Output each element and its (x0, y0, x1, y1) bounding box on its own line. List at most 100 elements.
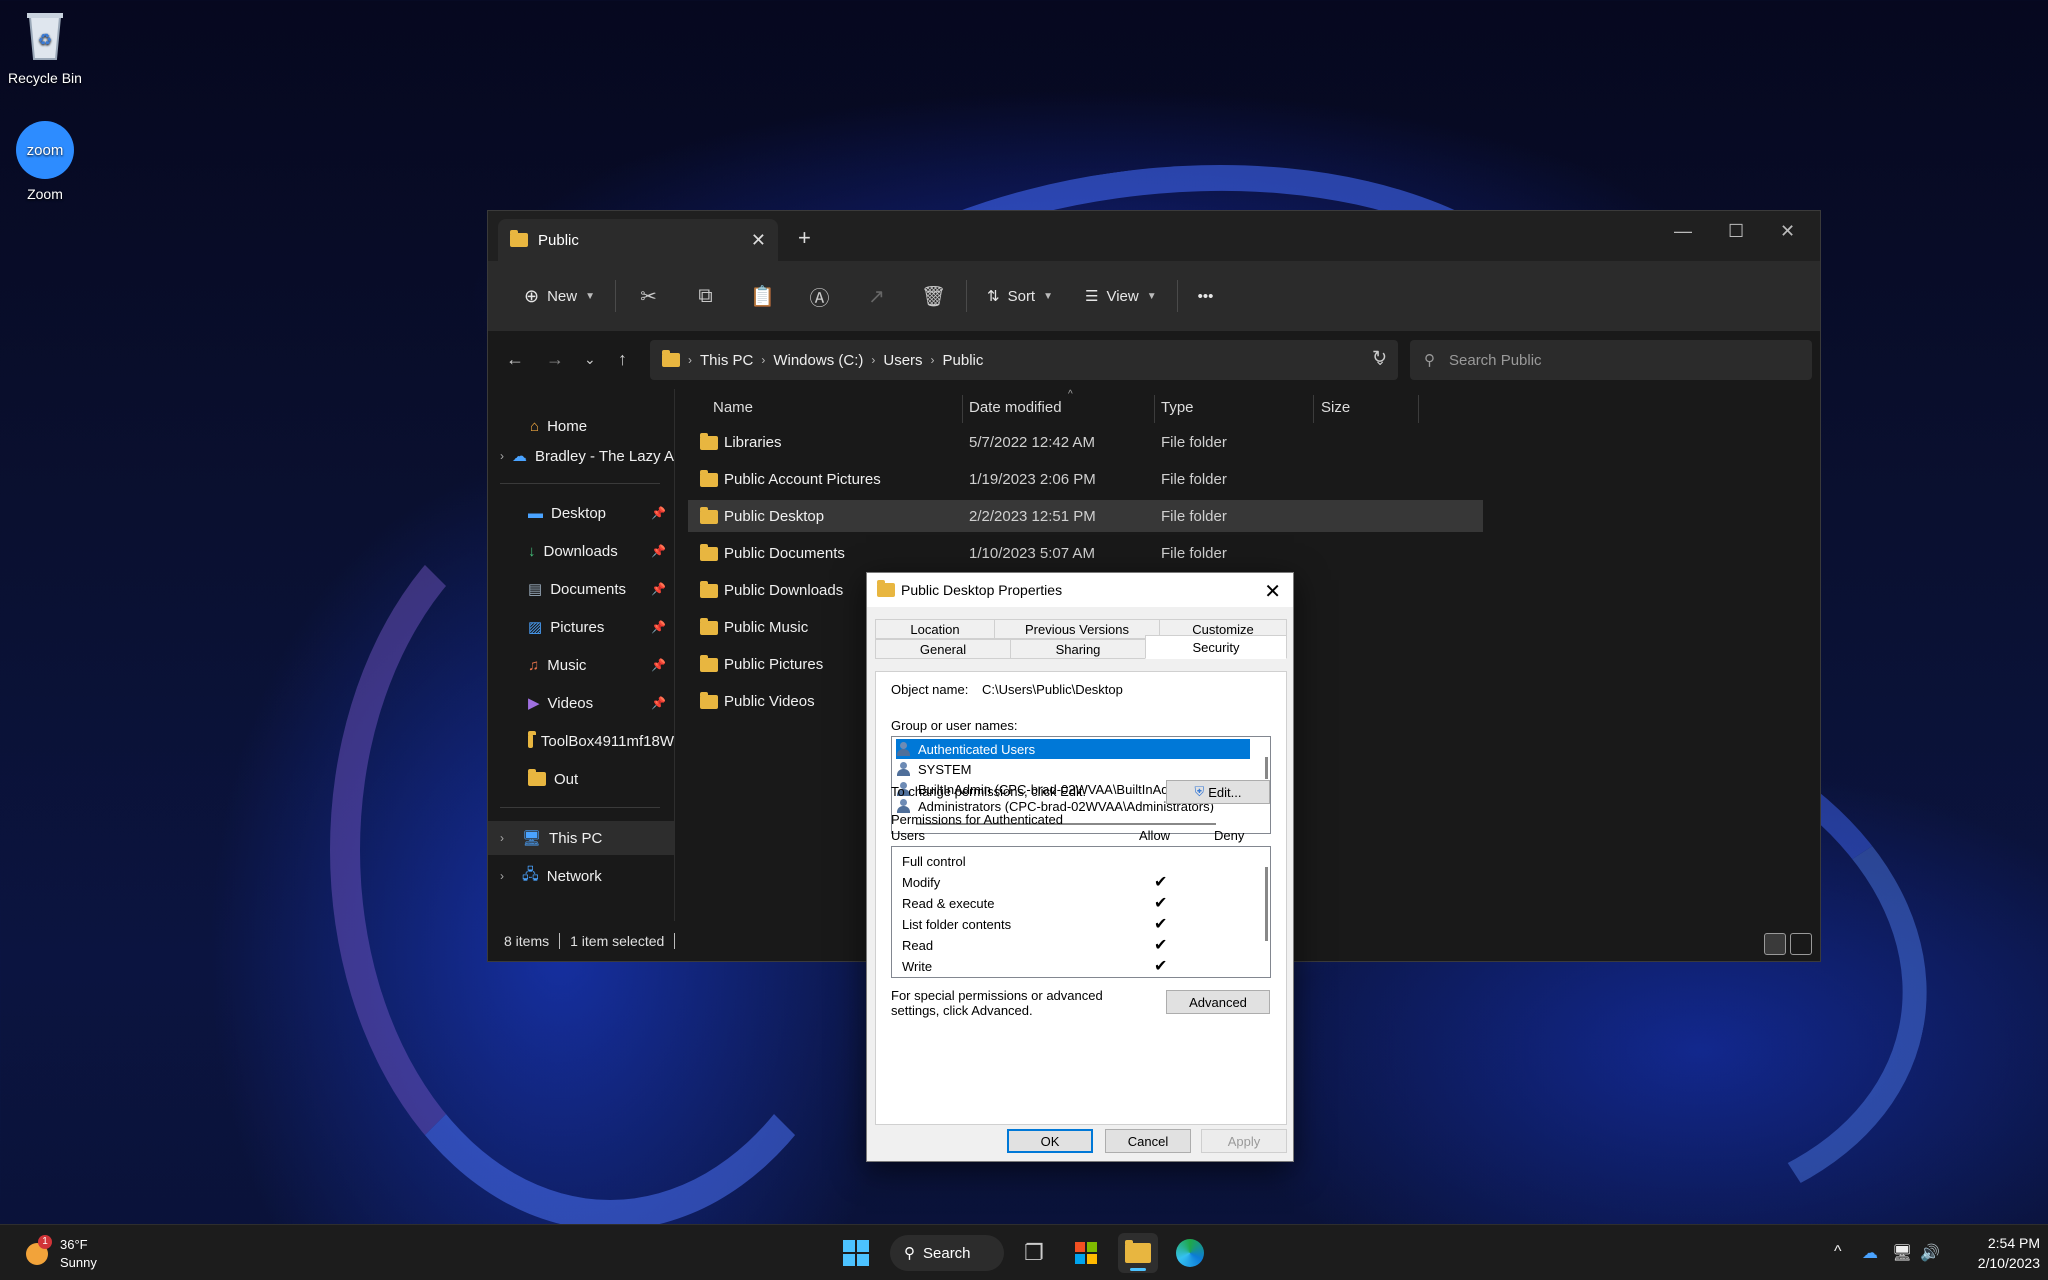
back-button[interactable]: ← (506, 349, 524, 370)
allow-column-label: Allow (1139, 828, 1171, 843)
user-item[interactable]: SYSTEM (896, 759, 971, 779)
minimize-button[interactable]: — (1674, 221, 1692, 242)
recent-locations-button[interactable]: ⌄ (584, 351, 596, 368)
start-button[interactable] (836, 1233, 876, 1273)
advanced-button[interactable]: Advanced (1166, 990, 1270, 1014)
sort-icon: ⇅ (987, 288, 1000, 305)
new-button[interactable]: ⊕ New ▼ (508, 276, 611, 316)
file-explorer-taskbar-button[interactable] (1118, 1233, 1158, 1273)
sidebar-item-music[interactable]: ♫ Music 📌 (488, 648, 674, 682)
user-item-selected[interactable]: Authenticated Users (896, 739, 1250, 759)
ok-button[interactable]: OK (1007, 1129, 1093, 1153)
column-header-date[interactable]: Date modified (969, 389, 1149, 425)
column-header-name[interactable]: Name (713, 389, 963, 425)
see-more-button[interactable]: ••• (1182, 276, 1230, 316)
desktop-icon-recycle-bin[interactable]: ♻ Recycle Bin (0, 4, 90, 86)
column-divider[interactable] (962, 395, 963, 423)
sidebar-item-pictures[interactable]: ▨ Pictures 📌 (488, 610, 674, 644)
microsoft-store-button[interactable] (1066, 1233, 1106, 1273)
permissions-list[interactable]: Full control Modify ✔ Read & execute ✔ Lis… (891, 846, 1271, 978)
tab-general[interactable]: General (875, 639, 1011, 659)
sidebar-item-downloads[interactable]: ↓ Downloads 📌 (488, 534, 674, 568)
file-row[interactable]: Public Documents 1/10/2023 5:07 AM File … (688, 537, 1483, 569)
user-list-scrollbar[interactable] (1265, 757, 1268, 779)
up-button[interactable]: ↑ (618, 349, 627, 370)
large-icons-view-button[interactable] (1790, 933, 1812, 955)
sidebar-item-toolbox[interactable]: ToolBox4911mf18W (488, 724, 674, 758)
pin-icon[interactable]: 📌 (651, 658, 666, 672)
volume-tray-icon[interactable]: 🔊 (1920, 1243, 1940, 1263)
clock[interactable]: 2:54 PM 2/10/2023 (1956, 1233, 2040, 1273)
new-tab-button[interactable]: + (798, 225, 811, 251)
file-row[interactable]: Public Account Pictures 1/19/2023 2:06 P… (688, 463, 1483, 495)
file-row[interactable]: Libraries 5/7/2022 12:42 AM File folder (688, 426, 1483, 458)
onedrive-tray-icon[interactable]: ☁ (1862, 1243, 1878, 1263)
sidebar-item-home[interactable]: ⌂ Home (488, 409, 674, 443)
rename-button[interactable]: Ⓐ (791, 276, 848, 316)
sidebar-item-this-pc[interactable]: › 🖥 This PC (488, 821, 674, 855)
refresh-button[interactable]: ↻ (1372, 347, 1387, 368)
task-view-button[interactable]: ❐ (1014, 1233, 1054, 1273)
sidebar-item-desktop[interactable]: ▬ Desktop 📌 (488, 496, 674, 530)
column-divider[interactable] (1418, 395, 1419, 423)
column-divider[interactable] (1313, 395, 1314, 423)
address-bar[interactable]: › This PC › Windows (C:) › Users › Publi… (650, 340, 1398, 380)
permission-row: Read ✔ (902, 935, 1172, 955)
sidebar-item-videos[interactable]: ▶ Videos 📌 (488, 686, 674, 720)
cut-button[interactable]: ✂ (620, 276, 677, 316)
column-divider[interactable] (1154, 395, 1155, 423)
breadcrumb-this-pc[interactable]: This PC (700, 352, 753, 369)
expand-chevron-icon[interactable]: › (500, 449, 504, 463)
desktop-icon-zoom[interactable]: zoom Zoom (0, 120, 90, 202)
copy-button[interactable]: ⧉ (677, 276, 734, 316)
show-hidden-icons-button[interactable]: ^ (1834, 1243, 1842, 1261)
forward-button[interactable]: → (546, 349, 564, 370)
breadcrumb-public[interactable]: Public (943, 352, 984, 369)
cancel-button[interactable]: Cancel (1105, 1129, 1191, 1153)
edit-button[interactable]: ⛨ Edit... (1166, 780, 1270, 804)
weather-widget[interactable]: 1 36°F Sunny (22, 1233, 142, 1273)
sort-button[interactable]: ⇅ Sort ▼ (971, 276, 1069, 316)
column-header-type[interactable]: Type (1161, 389, 1311, 425)
sidebar-item-documents[interactable]: ▤ Documents 📌 (488, 572, 674, 606)
tab-security[interactable]: Security (1145, 635, 1287, 659)
paste-button[interactable]: 📋 (734, 276, 791, 316)
tab-sharing[interactable]: Sharing (1010, 639, 1146, 659)
sidebar-item-onedrive[interactable]: › ☁ Bradley - The Lazy Admin (488, 439, 674, 473)
maximize-button[interactable]: ☐ (1728, 221, 1744, 242)
view-button[interactable]: ☰ View ▼ (1069, 276, 1173, 316)
pin-icon[interactable]: 📌 (651, 506, 666, 520)
details-view-button[interactable] (1764, 933, 1786, 955)
delete-button[interactable]: 🗑 (905, 276, 962, 316)
tab-public[interactable]: Public ✕ (498, 219, 778, 261)
folder-icon (528, 731, 536, 748)
pin-icon[interactable]: 📌 (651, 696, 666, 710)
ok-label: OK (1040, 1133, 1060, 1149)
search-box[interactable]: ⚲ Search Public (1410, 340, 1812, 380)
pin-icon[interactable]: 📌 (651, 620, 666, 634)
pin-icon[interactable]: 📌 (651, 582, 666, 596)
apply-button[interactable]: Apply (1201, 1129, 1287, 1153)
tab-location[interactable]: Location (875, 619, 995, 639)
close-window-button[interactable]: ✕ (1780, 221, 1795, 242)
sidebar-item-out[interactable]: Out (488, 762, 674, 796)
permission-row: Write ✔ (902, 956, 1172, 976)
dialog-close-button[interactable]: ✕ (1264, 579, 1281, 604)
file-row-selected[interactable]: Public Desktop 2/2/2023 12:51 PM File fo… (688, 500, 1483, 532)
share-button[interactable]: ↗ (848, 276, 905, 316)
pane-splitter[interactable] (674, 389, 675, 921)
close-tab-icon[interactable]: ✕ (751, 230, 766, 251)
sidebar-item-network[interactable]: › 🖧 Network (488, 859, 674, 893)
expand-chevron-icon[interactable]: › (500, 869, 514, 883)
object-name-value: C:\Users\Public\Desktop (982, 682, 1123, 697)
tab-previous-versions[interactable]: Previous Versions (994, 619, 1160, 639)
edge-browser-button[interactable] (1170, 1233, 1210, 1273)
permissions-scrollbar[interactable] (1265, 867, 1268, 941)
taskbar-search[interactable]: ⚲ Search (890, 1235, 1004, 1271)
network-tray-icon[interactable]: 🖥 (1892, 1243, 1912, 1263)
pin-icon[interactable]: 📌 (651, 544, 666, 558)
expand-chevron-icon[interactable]: › (500, 831, 514, 845)
breadcrumb-windows-c[interactable]: Windows (C:) (773, 352, 863, 369)
breadcrumb-users[interactable]: Users (883, 352, 922, 369)
column-header-size[interactable]: Size (1321, 389, 1421, 425)
